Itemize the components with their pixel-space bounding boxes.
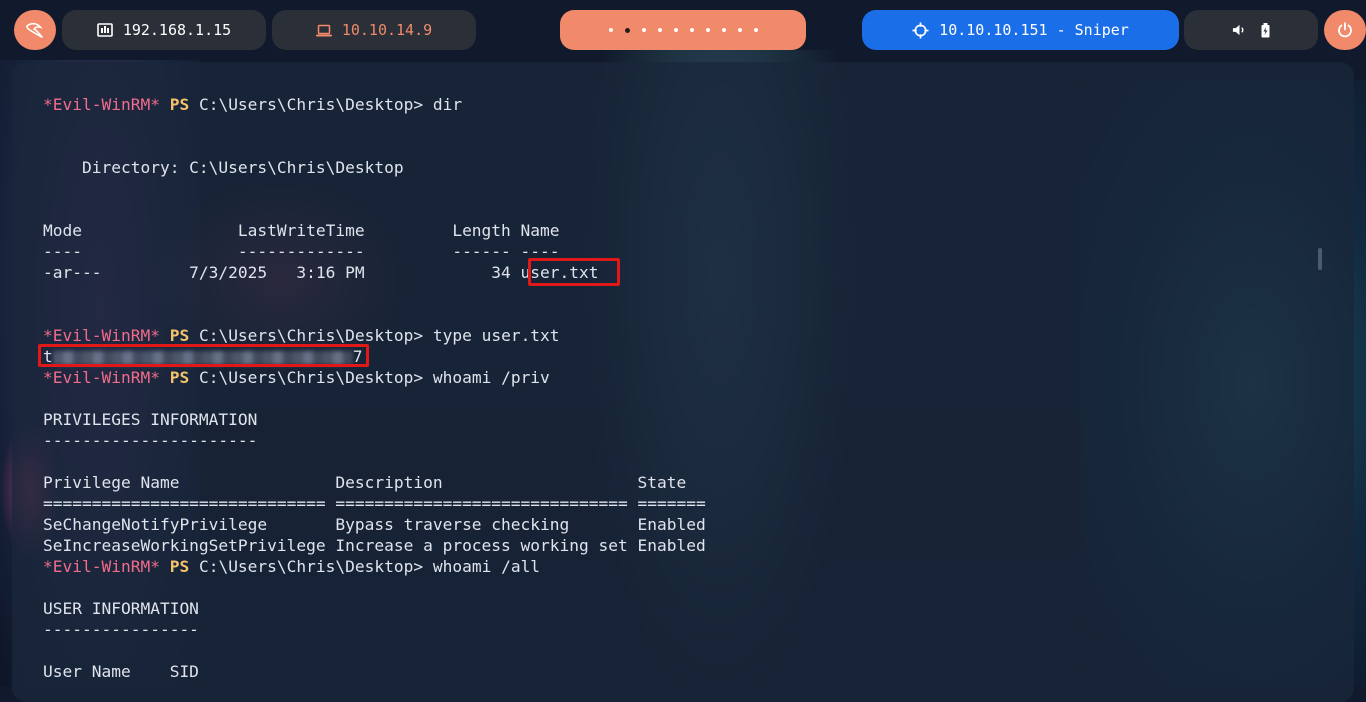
workspace-dot[interactable] <box>608 28 613 32</box>
target-widget[interactable]: 10.10.10.151 - Sniper <box>862 10 1179 50</box>
top-bar: 192.168.1.15 10.10.14.9 10.10.10.151 - S… <box>0 0 1366 60</box>
table-row: SeChangeNotifyPrivilege Bypass traverse … <box>43 515 706 534</box>
network-icon <box>97 23 113 37</box>
workspace-dot[interactable] <box>673 28 678 32</box>
vpn-ip: 10.10.14.9 <box>341 21 433 39</box>
section-title: PRIVILEGES INFORMATION <box>43 410 258 429</box>
section-underline: ---------------------- <box>43 431 258 450</box>
vpn-ip-widget[interactable]: 10.10.14.9 <box>272 10 476 50</box>
prompt-line: *Evil-WinRM* PS C:\Users\Chris\Desktop> … <box>43 557 541 576</box>
highlight-box-flag <box>38 344 369 367</box>
laptop-icon <box>315 24 332 36</box>
workspace-dot[interactable] <box>705 28 710 32</box>
prompt-line: *Evil-WinRM* PS C:\Users\Chris\Desktop> … <box>43 368 550 387</box>
prompt-line: *Evil-WinRM* PS C:\Users\Chris\Desktop> … <box>43 326 560 345</box>
table-header: Privilege Name Description State <box>43 473 687 492</box>
section-underline: ---------------- <box>43 620 199 639</box>
power-icon <box>1338 22 1352 38</box>
prompt-line: *Evil-WinRM* PS C:\Users\Chris\Desktop> … <box>43 95 463 114</box>
terminal-output: *Evil-WinRM* PS C:\Users\Chris\Desktop> … <box>43 94 706 682</box>
table-separator: ============================= ==========… <box>43 494 706 513</box>
terminal-scrollbar[interactable] <box>1318 248 1322 270</box>
section-title: USER INFORMATION <box>43 599 199 618</box>
command-text: type user.txt <box>423 326 560 345</box>
table-header: User Name SID <box>43 662 199 681</box>
battery-icon[interactable] <box>1261 22 1270 38</box>
workspace-dot-active[interactable] <box>624 27 630 33</box>
command-text: dir <box>423 95 463 114</box>
workspace-dot[interactable] <box>657 28 662 32</box>
kali-menu-button[interactable] <box>14 10 56 50</box>
workspace-dot[interactable] <box>641 28 646 32</box>
local-ip-widget[interactable]: 192.168.1.15 <box>62 10 266 50</box>
target-label: 10.10.10.151 - Sniper <box>939 21 1129 39</box>
workspace-dot[interactable] <box>737 28 742 32</box>
local-ip: 192.168.1.15 <box>122 21 232 39</box>
table-row: SeIncreaseWorkingSetPrivilege Increase a… <box>43 536 706 555</box>
directory-line: Directory: C:\Users\Chris\Desktop <box>43 158 404 177</box>
crosshair-icon <box>912 21 929 39</box>
system-tray[interactable] <box>1184 10 1318 50</box>
highlight-box-user-txt <box>528 258 620 286</box>
workspaces-widget[interactable] <box>560 10 806 50</box>
command-text: whoami /all <box>423 557 541 576</box>
terminal-window[interactable]: *Evil-WinRM* PS C:\Users\Chris\Desktop> … <box>12 62 1354 702</box>
workspace-dot[interactable] <box>753 28 758 32</box>
kali-dragon-icon <box>25 22 43 39</box>
workspace-dot[interactable] <box>689 28 694 32</box>
volume-icon[interactable] <box>1232 23 1247 37</box>
command-text: whoami /priv <box>423 368 550 387</box>
table-header: Mode LastWriteTime Length Name <box>43 221 560 240</box>
workspace-dot[interactable] <box>721 28 726 32</box>
power-button[interactable] <box>1324 10 1366 50</box>
